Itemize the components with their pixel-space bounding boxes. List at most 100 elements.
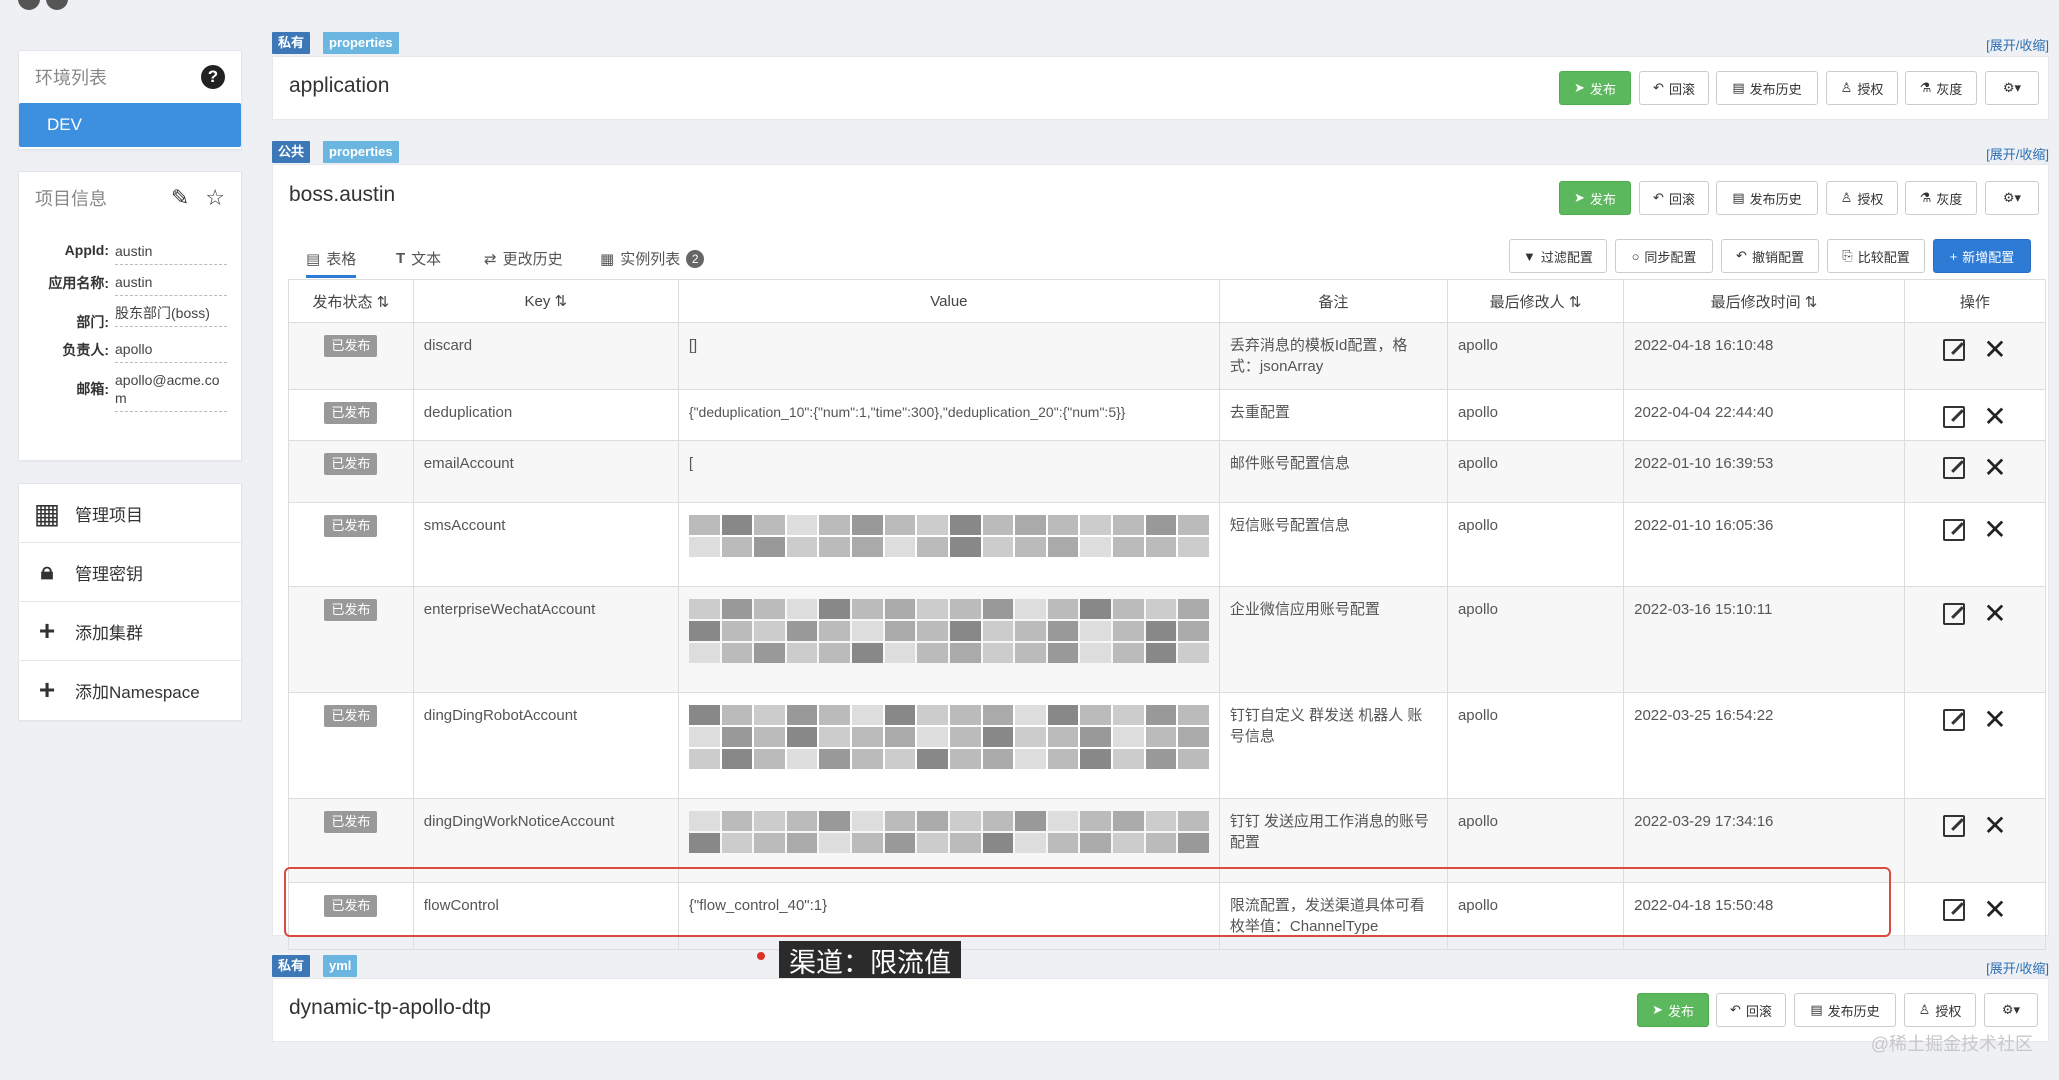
ns2-gray-button[interactable]: ⚗ 灰度 <box>1905 181 1977 215</box>
edit-project-icon[interactable]: ✎ <box>171 185 189 211</box>
menu-add-cluster[interactable]: + 添加集群 <box>19 602 241 661</box>
ns1-gray-label: 灰度 <box>1936 81 1963 97</box>
ns2-publish-button[interactable]: ➤ 发布 <box>1559 181 1631 215</box>
key-cell: deduplication <box>412 389 679 441</box>
send-icon: ➤ <box>1652 1002 1663 1017</box>
edit-icon[interactable] <box>1943 603 1966 625</box>
text-icon: T <box>396 250 406 267</box>
delete-icon[interactable]: ✕ <box>1983 454 2006 482</box>
note-cell: 丢弃消息的模板Id配置，格式：jsonArray <box>1218 322 1448 390</box>
gear-icon: ⚙▾ <box>2002 80 2022 95</box>
env-panel: 环境列表 ? DEV <box>18 50 242 150</box>
appid-label: AppId: <box>64 242 109 258</box>
sync-config-button[interactable]: ○ 同步配置 <box>1615 239 1713 273</box>
edit-icon[interactable] <box>1943 457 1966 479</box>
ns2-settings-button[interactable]: ⚙▾ <box>1985 181 2039 215</box>
tab-table[interactable]: ▤ 表格 <box>306 248 357 278</box>
table-row: 已发布 emailAccount [ 邮件账号配置信息 apollo 2022-… <box>288 440 2047 503</box>
edit-icon[interactable] <box>1943 339 1966 361</box>
redacted-value <box>688 515 1209 557</box>
col-key[interactable]: Key ⇅ <box>412 279 679 323</box>
col-modifier[interactable]: 最后修改人 ⇅ <box>1446 279 1625 323</box>
ns3-settings-button[interactable]: ⚙▾ <box>1984 993 2038 1027</box>
ns1-expand-link[interactable]: [展开/收缩] <box>1986 35 2049 54</box>
value-cell-redacted <box>677 586 1220 693</box>
ns3-publish-button[interactable]: ➤ 发布 <box>1637 993 1709 1027</box>
col-status[interactable]: 发布状态 ⇅ <box>288 279 414 323</box>
delete-icon[interactable]: ✕ <box>1983 600 2006 628</box>
delete-icon[interactable]: ✕ <box>1983 516 2006 544</box>
ns1-rollback-label: 回滚 <box>1668 81 1695 97</box>
window-dot-2 <box>46 0 68 10</box>
tab-history[interactable]: ⇄ 更改历史 <box>484 248 563 269</box>
ns2-rollback-button[interactable]: ↶ 回滚 <box>1639 181 1709 215</box>
list-icon: ▦ <box>600 250 615 268</box>
config-table: 发布状态 ⇅ Key ⇅ Value 备注 最后修改人 ⇅ 最后修改时间 ⇅ 操… <box>288 279 2047 950</box>
ns3-rollback-label: 回滚 <box>1745 1003 1772 1019</box>
note-cell: 去重配置 <box>1218 389 1448 441</box>
edit-icon[interactable] <box>1943 815 1966 837</box>
ns1-publish-label: 发布 <box>1589 81 1616 97</box>
ns3-history-button[interactable]: ▤ 发布历史 <box>1794 993 1896 1027</box>
ns1-rollback-button[interactable]: ↶ 回滚 <box>1639 71 1709 105</box>
ns1-gray-button[interactable]: ⚗ 灰度 <box>1905 71 1977 105</box>
ns2-grant-button[interactable]: ♙ 授权 <box>1826 181 1898 215</box>
table-row: 已发布 smsAccount 短信账号配置信息 apollo 2022-01-1… <box>288 502 2047 587</box>
ns2-history-button[interactable]: ▤ 发布历史 <box>1716 181 1818 215</box>
ns1-grant-button[interactable]: ♙ 授权 <box>1826 71 1898 105</box>
delete-icon[interactable]: ✕ <box>1983 403 2006 431</box>
delete-icon[interactable]: ✕ <box>1983 896 2006 924</box>
ns1-history-button[interactable]: ▤ 发布历史 <box>1716 71 1818 105</box>
key-cell: smsAccount <box>412 502 679 587</box>
col-modified-time[interactable]: 最后修改时间 ⇅ <box>1623 279 1905 323</box>
owner-label: 负责人: <box>62 342 109 358</box>
dept-label: 部门: <box>76 314 109 330</box>
revoke-config-label: 撤销配置 <box>1751 249 1804 265</box>
status-badge: 已发布 <box>324 599 378 621</box>
filter-config-button[interactable]: ▼ 过滤配置 <box>1509 239 1607 273</box>
ns1-settings-button[interactable]: ⚙▾ <box>1985 71 2039 105</box>
user-cell: apollo <box>1446 322 1625 390</box>
key-cell: enterpriseWechatAccount <box>412 586 679 693</box>
user-icon: ♙ <box>1840 80 1853 95</box>
project-info-panel: 项目信息 ✎ ☆ AppId: austin 应用名称: austin 部门: 股东部… <box>18 171 242 461</box>
edit-icon[interactable] <box>1943 406 1966 428</box>
ns1-publish-button[interactable]: ➤ 发布 <box>1559 71 1631 105</box>
value-cell: {"deduplication_10":{"num":1,"time":300}… <box>677 389 1220 441</box>
delete-icon[interactable]: ✕ <box>1983 812 2006 840</box>
edit-icon[interactable] <box>1943 519 1966 541</box>
appname-label: 应用名称: <box>48 275 109 291</box>
filter-config-label: 过滤配置 <box>1540 249 1593 265</box>
menu-manage-keys[interactable]: 🔒︎ 管理密钥 <box>19 543 241 602</box>
dept-value: 股东部门(boss) <box>115 304 227 327</box>
star-icon[interactable]: ☆ <box>205 185 225 211</box>
tab-instances[interactable]: ▦ 实例列表 2 <box>600 248 705 269</box>
lock-icon: 🔒︎ <box>40 558 54 585</box>
status-badge: 已发布 <box>324 515 378 537</box>
ns3-rollback-button[interactable]: ↶ 回滚 <box>1716 993 1786 1027</box>
status-badge: 已发布 <box>324 402 378 424</box>
ns1-title: application <box>289 74 390 97</box>
ns3-grant-button[interactable]: ♙ 授权 <box>1904 993 1976 1027</box>
table-row: 已发布 enterpriseWechatAccount 企业微信应用账号配置 a… <box>288 586 2047 693</box>
revoke-config-button[interactable]: ↶ 撤销配置 <box>1721 239 1819 273</box>
compare-config-button[interactable]: ⎘ 比较配置 <box>1827 239 1925 273</box>
ns3-expand-link[interactable]: [展开/收缩] <box>1986 958 2049 977</box>
tab-text[interactable]: T 文本 <box>396 248 441 269</box>
edit-icon[interactable] <box>1943 709 1966 731</box>
delete-icon[interactable]: ✕ <box>1983 706 2006 734</box>
ns2-expand-link[interactable]: [展开/收缩] <box>1986 144 2049 163</box>
ns2-grant-label: 授权 <box>1857 191 1884 207</box>
col-value: Value <box>677 279 1220 323</box>
menu-add-namespace[interactable]: + 添加Namespace <box>19 661 241 719</box>
env-item-dev[interactable]: DEV <box>19 103 241 147</box>
add-config-button[interactable]: + 新增配置 <box>1933 239 2031 273</box>
delete-icon[interactable]: ✕ <box>1983 336 2006 364</box>
menu-add-cluster-label: 添加集群 <box>75 623 143 643</box>
table-row: 已发布 dingDingRobotAccount 钉钉自定义 群发送 机器人 账… <box>288 692 2047 799</box>
menu-manage-project[interactable]: ▦ 管理项目 <box>19 484 241 543</box>
edit-icon[interactable] <box>1943 899 1966 921</box>
help-icon[interactable]: ? <box>201 65 225 89</box>
table-header-row: 发布状态 ⇅ Key ⇅ Value 备注 最后修改人 ⇅ 最后修改时间 ⇅ 操… <box>288 279 2047 323</box>
ns1-history-label: 发布历史 <box>1749 81 1802 97</box>
